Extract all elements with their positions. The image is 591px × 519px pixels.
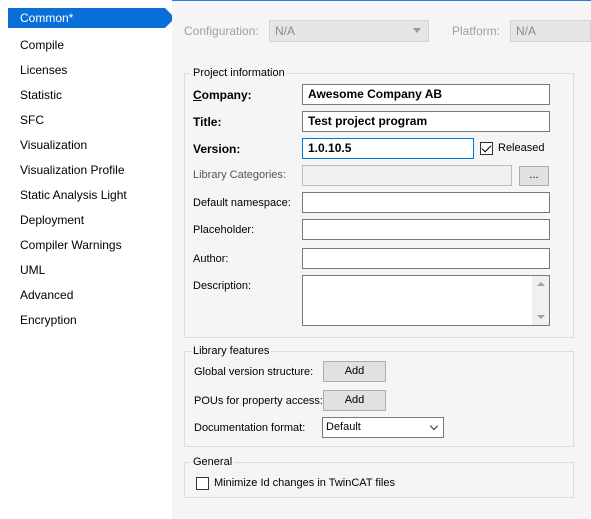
- general-title: General: [191, 456, 235, 468]
- configuration-select[interactable]: N/A: [269, 20, 429, 42]
- nav-item-deployment[interactable]: Deployment: [20, 210, 84, 230]
- title-input[interactable]: Test project program: [302, 111, 550, 132]
- documentation-format-select[interactable]: Default: [322, 417, 444, 438]
- panel-top-border: [172, 0, 591, 1]
- version-label: Version:: [193, 142, 241, 156]
- company-input[interactable]: Awesome Company AB: [302, 84, 550, 105]
- title-label: Title:: [193, 115, 222, 129]
- library-categories-label: Library Categories:: [193, 169, 286, 181]
- platform-value: N/A: [516, 24, 537, 38]
- chevron-down-icon: [413, 28, 421, 33]
- description-label: Description:: [193, 280, 252, 292]
- minimize-id-changes-checkbox[interactable]: [196, 477, 209, 490]
- description-scrollbar[interactable]: [532, 276, 549, 325]
- nav-item-sfc[interactable]: SFC: [20, 110, 44, 130]
- configuration-label: Configuration:: [184, 24, 259, 38]
- global-version-add-button[interactable]: Add: [323, 361, 386, 382]
- documentation-format-label: Documentation format:: [194, 422, 306, 434]
- released-checkbox[interactable]: [480, 142, 493, 155]
- library-features-title: Library features: [191, 345, 272, 357]
- documentation-format-value: Default: [326, 421, 361, 433]
- default-namespace-label: Default namespace:: [193, 197, 291, 209]
- nav-item-visualization-profile[interactable]: Visualization Profile: [20, 160, 125, 180]
- scroll-down-icon[interactable]: [537, 315, 545, 319]
- author-input[interactable]: [302, 248, 550, 269]
- description-textarea[interactable]: [302, 275, 550, 326]
- minimize-id-changes-label: Minimize Id changes in TwinCAT files: [214, 477, 395, 489]
- nav-item-common[interactable]: Common*: [8, 8, 175, 28]
- nav-item-visualization[interactable]: Visualization: [20, 135, 87, 155]
- project-information-title: Project information: [191, 67, 287, 79]
- default-namespace-input[interactable]: [302, 192, 550, 213]
- company-label: Company:: [193, 88, 252, 102]
- nav-item-static-analysis-light[interactable]: Static Analysis Light: [20, 185, 127, 205]
- author-label: Author:: [193, 253, 229, 265]
- nav-item-licenses[interactable]: Licenses: [20, 60, 67, 80]
- platform-label: Platform:: [452, 24, 501, 38]
- pous-add-button[interactable]: Add: [323, 390, 386, 411]
- properties-panel: Configuration: N/A Platform: N/A Project…: [172, 0, 591, 519]
- placeholder-input[interactable]: [302, 219, 550, 240]
- nav-item-compiler-warnings[interactable]: Compiler Warnings: [20, 235, 122, 255]
- global-version-structure-label: Global version structure:: [194, 366, 314, 378]
- library-categories-input[interactable]: [302, 165, 512, 186]
- nav-item-advanced[interactable]: Advanced: [20, 285, 73, 305]
- nav-item-uml[interactable]: UML: [20, 260, 45, 280]
- scroll-up-icon[interactable]: [537, 282, 545, 286]
- nav-item-compile[interactable]: Compile: [20, 35, 64, 55]
- nav-item-encryption[interactable]: Encryption: [20, 310, 77, 330]
- version-input[interactable]: 1.0.10.5: [302, 138, 474, 159]
- checkmark-icon: [481, 142, 492, 153]
- category-nav: Common* Compile Licenses Statistic SFC V…: [0, 0, 175, 519]
- library-categories-browse-button[interactable]: ...: [519, 166, 549, 186]
- pous-property-access-label: POUs for property access:: [194, 395, 323, 407]
- nav-item-statistic[interactable]: Statistic: [20, 85, 62, 105]
- platform-select[interactable]: N/A: [510, 20, 591, 42]
- released-label: Released: [498, 142, 545, 154]
- chevron-down-icon: [429, 421, 439, 431]
- placeholder-label: Placeholder:: [193, 224, 255, 236]
- configuration-value: N/A: [275, 24, 296, 38]
